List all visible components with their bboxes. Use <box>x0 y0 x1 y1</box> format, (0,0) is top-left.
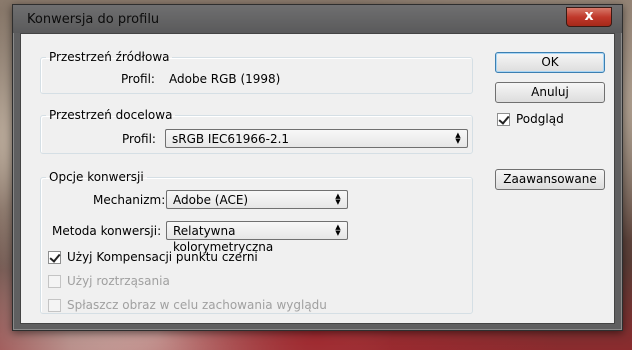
checkmark-icon <box>497 112 510 126</box>
dialog-client-area: Przestrzeń źródłowa Profil: Adobe RGB (1… <box>20 33 615 324</box>
title-bar[interactable]: Konwersja do profilu x <box>13 5 622 33</box>
updown-arrows-icon: ▲ ▼ <box>335 192 341 206</box>
ok-button[interactable]: OK <box>495 52 605 73</box>
cancel-button[interactable]: Anuluj <box>495 82 605 103</box>
convert-to-profile-dialog: Konwersja do profilu x Przestrzeń źródło… <box>12 4 623 331</box>
updown-arrows-icon: ▲ ▼ <box>455 131 461 145</box>
flatten-image-label: Spłaszcz obraz w celu zachowania wyglądu <box>67 298 327 312</box>
engine-select[interactable]: Adobe (ACE) ▲ ▼ <box>166 190 348 209</box>
close-button[interactable]: x <box>566 7 612 27</box>
advanced-button[interactable]: Zaawansowane <box>495 169 605 190</box>
black-point-compensation-checkbox[interactable]: Użyj Kompensacji punktu czerni <box>48 250 258 264</box>
dither-label: Użyj roztrząsania <box>67 274 170 288</box>
dialog-title: Konwersja do profilu <box>27 12 160 27</box>
source-profile-label: Profil: <box>121 72 155 86</box>
intent-select[interactable]: Relatywna kolorymetryczna ▲ ▼ <box>166 221 348 254</box>
destination-profile-value: sRGB IEC61966-2.1 <box>172 132 290 146</box>
dither-checkbox: Użyj roztrząsania <box>48 274 170 288</box>
checkmark-icon <box>48 250 61 264</box>
checkbox-box <box>48 274 61 288</box>
preview-checkbox[interactable]: Podgląd <box>497 112 564 126</box>
checkbox-box <box>48 298 61 312</box>
preview-label: Podgląd <box>516 112 564 126</box>
conversion-options-legend: Opcje konwersji <box>49 170 144 184</box>
close-icon: x <box>584 8 594 24</box>
destination-space-legend: Przestrzeń docelowa <box>49 108 173 122</box>
source-profile-value: Adobe RGB (1998) <box>169 72 281 86</box>
intent-label: Metoda konwersji: <box>52 224 162 238</box>
black-point-compensation-label: Użyj Kompensacji punktu czerni <box>67 250 258 264</box>
source-space-legend: Przestrzeń źródłowa <box>49 50 170 64</box>
flatten-image-checkbox: Spłaszcz obraz w celu zachowania wyglądu <box>48 298 327 312</box>
destination-profile-select[interactable]: sRGB IEC61966-2.1 ▲ ▼ <box>165 129 468 148</box>
destination-profile-label: Profil: <box>122 132 156 146</box>
engine-value: Adobe (ACE) <box>173 193 249 207</box>
updown-arrows-icon: ▲ ▼ <box>335 223 341 237</box>
engine-label: Mechanizm: <box>93 193 166 207</box>
